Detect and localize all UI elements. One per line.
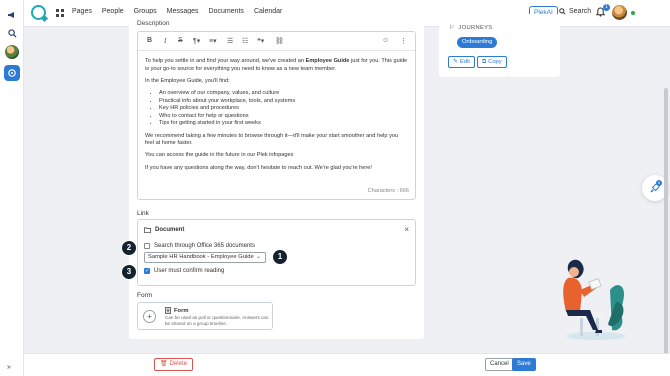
editor-toolbar: B I S ¶▾ ≡▾ ☰ ☷ ❝▾ ⛓ ☺ ⋮ — [138, 32, 415, 51]
form-section-label: Form — [137, 292, 153, 299]
link-icon[interactable]: ⛓ — [275, 37, 284, 45]
onboarding-chip[interactable]: Onboarding — [457, 37, 498, 48]
edit-button[interactable]: ✎ Edit — [448, 56, 475, 68]
step-badge-3: 3 — [121, 264, 137, 280]
search-icon[interactable] — [4, 25, 20, 41]
trash-icon: 🗑 — [160, 361, 168, 367]
bullet-list-icon[interactable]: ☰ — [227, 37, 233, 45]
online-status-dot — [631, 11, 635, 15]
nav-link-pages[interactable]: Pages — [72, 8, 92, 15]
copy-label: Copy — [488, 59, 502, 65]
list-item: Tips for getting started in your first w… — [159, 120, 408, 128]
copy-icon: ⧉ — [482, 59, 487, 65]
person-reading-illustration — [563, 259, 626, 340]
search-label: Search — [569, 8, 592, 15]
office-365-label: Search through Office 365 documents — [154, 243, 255, 249]
intro-paragraph: To help you settle in and find your way … — [145, 58, 408, 73]
document-select[interactable]: Sample HR Handbook - Employee Guide ⌄ — [144, 252, 266, 263]
close-icon[interactable]: × — [404, 225, 409, 234]
delete-label: Delete — [169, 361, 187, 367]
find-heading: In the Employee Guide, you'll find: — [145, 77, 230, 84]
step-badge-2: 2 — [121, 240, 137, 256]
fab-badge: 0 — [656, 180, 662, 186]
italic-icon[interactable]: I — [164, 37, 166, 45]
user-avatar[interactable] — [612, 5, 627, 20]
strikethrough-icon[interactable]: S — [178, 37, 183, 44]
copy-button[interactable]: ⧉ Copy — [477, 56, 507, 68]
list-item: Practical info about your workplace, too… — [159, 98, 408, 106]
list-item: Key HR policies and procedures — [159, 105, 408, 113]
list-item: Who to contact for help or questions — [159, 113, 408, 121]
rich-text-editor[interactable]: B I S ¶▾ ≡▾ ☰ ☷ ❝▾ ⛓ ☺ ⋮ To help you set… — [137, 31, 416, 200]
delete-button[interactable]: 🗑 Delete — [154, 358, 193, 371]
document-title: Document — [155, 227, 185, 233]
groups-icon[interactable] — [4, 65, 20, 81]
bold-icon[interactable]: B — [147, 37, 152, 44]
signpost-icon: ⚐ — [449, 25, 455, 31]
plek-logo[interactable] — [31, 5, 46, 20]
journeys-heading-row: ⚐ JOURNEYS — [449, 25, 492, 31]
form-title: Form — [174, 307, 189, 314]
numbered-list-icon[interactable]: ☷ — [242, 37, 248, 45]
intro-bold: Employee Guide — [305, 58, 350, 64]
confirm-reading-checkbox[interactable]: ✓ — [144, 268, 150, 274]
plus-icon[interactable]: + — [143, 310, 156, 323]
form-description: Can be used as poll or questionnaire. An… — [165, 315, 269, 326]
folder-icon — [144, 227, 151, 233]
edit-label: Edit — [459, 59, 470, 65]
step-badge-1: 1 — [272, 249, 288, 265]
cancel-button[interactable]: Cancel — [485, 358, 514, 371]
editor-content[interactable]: To help you settle in and find your way … — [145, 58, 408, 177]
intro-before: To help you settle in and find your way … — [145, 58, 306, 64]
paragraph-style-icon[interactable]: ¶▾ — [193, 37, 200, 45]
selected-document: Sample HR Handbook - Employee Guide — [148, 254, 254, 260]
office-365-checkbox[interactable] — [144, 243, 150, 249]
access-paragraph: You can access the guide in the future i… — [145, 152, 294, 159]
quote-icon[interactable]: ❝▾ — [257, 37, 264, 45]
chevron-down-icon: ⌄ — [255, 254, 261, 260]
more-options-icon[interactable]: ⋮ — [400, 37, 407, 45]
guide-bullet-list: An overview of our company, values, and … — [159, 90, 408, 128]
closing-paragraph: If you have any questions along the way,… — [145, 164, 372, 171]
recommend-paragraph: We recommend taking a few minutes to bro… — [145, 132, 399, 147]
office-365-checkbox-row[interactable]: Search through Office 365 documents — [144, 243, 255, 249]
form-title-row: Form — [165, 307, 189, 314]
search-icon — [559, 8, 566, 15]
save-button[interactable]: Save — [512, 358, 536, 371]
left-rail: » — [0, 0, 24, 376]
description-label: Description — [137, 20, 170, 27]
confirm-reading-row[interactable]: ✓ User must confirm reading — [144, 268, 224, 274]
notification-badge: 1 — [603, 4, 610, 11]
rail-avatar[interactable] — [5, 45, 19, 59]
form-icon — [165, 307, 171, 314]
page-scrollbar[interactable] — [664, 88, 668, 355]
document-header: Document — [144, 227, 184, 233]
bottom-action-bar — [24, 353, 670, 376]
pencil-icon: ✎ — [453, 59, 458, 65]
apps-grid-icon[interactable] — [56, 9, 64, 17]
character-count: Characters : 666 — [367, 188, 409, 194]
journeys-heading: JOURNEYS — [458, 25, 493, 31]
emoji-icon[interactable]: ☺ — [382, 37, 389, 44]
search-button[interactable]: Search — [559, 8, 591, 15]
list-item: An overview of our company, values, and … — [159, 90, 408, 98]
confirm-reading-label: User must confirm reading — [154, 268, 225, 274]
align-icon[interactable]: ≡▾ — [209, 37, 217, 45]
expand-chevron-icon[interactable]: » — [7, 364, 11, 371]
link-section-label: Link — [137, 210, 149, 217]
nav-link-people[interactable]: People — [102, 8, 124, 15]
add-form-card[interactable]: + Form Can be used as poll or questionna… — [137, 302, 273, 330]
megaphone-icon[interactable] — [4, 7, 20, 23]
